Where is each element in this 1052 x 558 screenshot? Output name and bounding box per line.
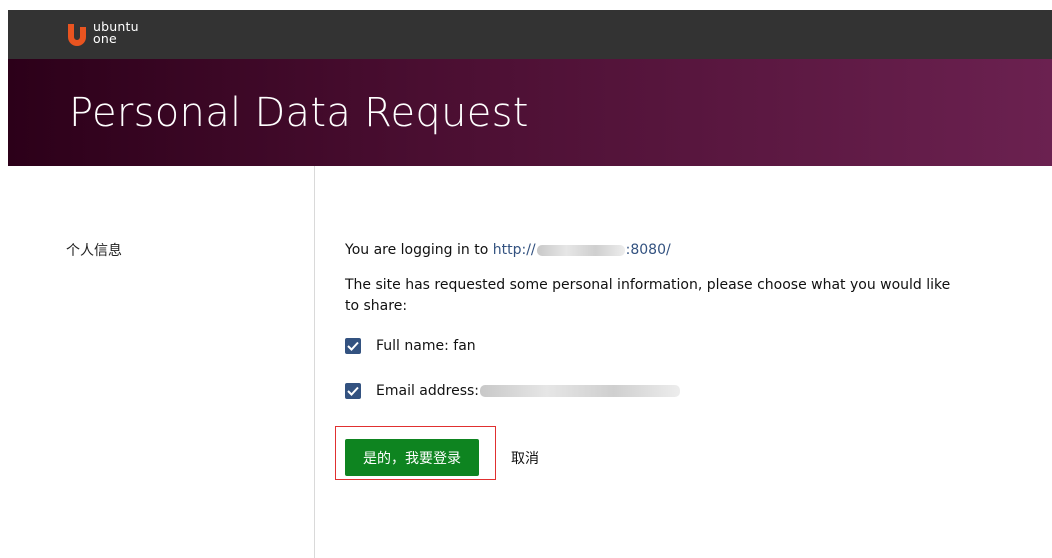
page-title: Personal Data Request — [69, 90, 529, 136]
logo-wordmark: ubuntu one — [93, 20, 139, 46]
field-row-email[interactable]: Email address: — [345, 380, 985, 402]
request-content: You are logging in to http:// :8080/ The … — [345, 240, 985, 402]
cancel-link[interactable]: 取消 — [511, 448, 539, 468]
email-label: Email address: — [376, 382, 480, 399]
page-header-banner: Personal Data Request — [8, 59, 1052, 166]
checkmark-icon — [347, 386, 359, 396]
login-prefix-text: You are logging in to — [345, 242, 489, 258]
request-message: The site has requested some personal inf… — [345, 277, 951, 314]
login-destination: You are logging in to http:// :8080/ — [345, 240, 985, 261]
email-checkbox[interactable] — [345, 383, 361, 399]
site-url-start: http:// — [492, 242, 536, 258]
checkmark-icon — [347, 341, 359, 351]
ubuntu-one-logo-icon — [66, 21, 88, 47]
column-divider — [314, 166, 315, 558]
top-navigation-bar: ubuntu one — [8, 10, 1052, 59]
confirm-login-button[interactable]: 是的，我要登录 — [345, 439, 479, 476]
section-label-personal-info: 个人信息 — [66, 243, 122, 259]
logo-text-one: one — [93, 31, 117, 46]
field-row-full-name[interactable]: Full name: fan — [345, 335, 985, 357]
redacted-host — [536, 244, 625, 256]
full-name-checkbox[interactable] — [345, 338, 361, 354]
redacted-email — [480, 385, 681, 397]
ubuntu-one-logo[interactable]: ubuntu one — [66, 17, 139, 51]
site-url-link[interactable]: http:// :8080/ — [493, 242, 671, 258]
site-url-end: :8080/ — [625, 242, 671, 258]
full-name-label: Full name: fan — [376, 337, 476, 354]
